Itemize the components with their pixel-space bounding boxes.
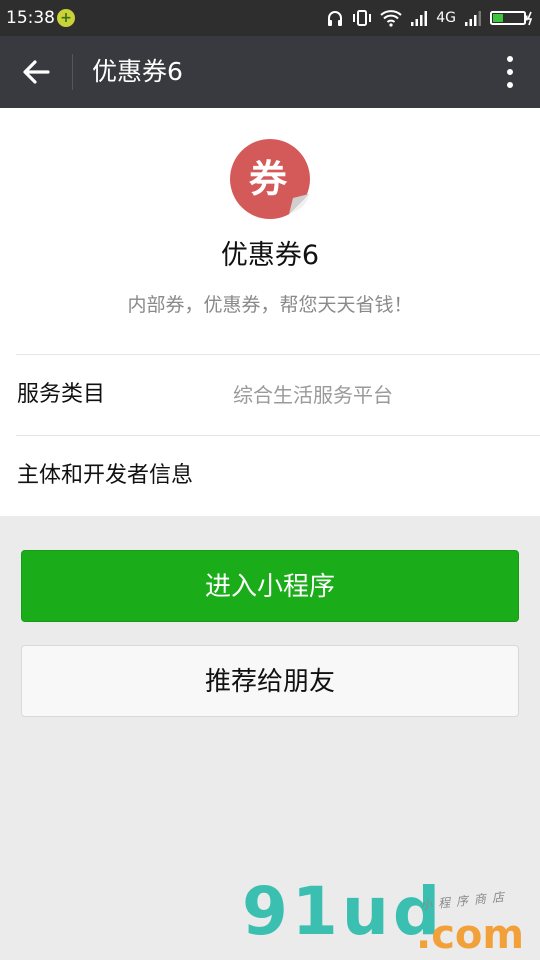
- headphones-icon: [328, 11, 343, 26]
- signal-icon: [411, 11, 428, 26]
- signal-2-icon: [465, 11, 481, 26]
- status-icons: 4G: [326, 8, 534, 28]
- developer-info-row[interactable]: 主体和开发者信息: [0, 436, 540, 516]
- more-button[interactable]: [480, 50, 524, 94]
- battery-charging-icon: [490, 11, 533, 26]
- more-vertical-icon: [507, 56, 513, 88]
- logo-char: 券: [249, 157, 288, 201]
- row-value: 综合生活服务平台: [233, 383, 393, 407]
- arrow-left-icon: [23, 60, 50, 84]
- title-divider: [72, 54, 73, 90]
- back-button[interactable]: [14, 50, 58, 94]
- app-info-card: 券 优惠券6 内部券，优惠券，帮您天天省钱！ 服务类目 综合生活服务平台 主体和…: [0, 108, 540, 516]
- notification-app-icon: +: [57, 9, 75, 27]
- status-time: 15:38: [6, 8, 55, 28]
- app-description: 内部券，优惠券，帮您天天省钱！: [127, 294, 413, 316]
- enter-mini-program-button[interactable]: 进入小程序: [21, 550, 519, 622]
- wifi-icon: [380, 10, 402, 27]
- watermark-domain: .com: [416, 912, 525, 958]
- row-label: 主体和开发者信息: [17, 463, 194, 488]
- coupon-logo-icon: 券: [230, 139, 310, 219]
- service-category-row: 服务类目 综合生活服务平台: [0, 355, 540, 435]
- title-bar: 优惠券6: [0, 36, 540, 108]
- network-type: 4G: [436, 10, 456, 26]
- watermark-main: 91ud: [242, 873, 445, 950]
- recommend-to-friend-button[interactable]: 推荐给朋友: [21, 645, 519, 717]
- watermark-logo: 91ud 小程序商店 .com: [242, 874, 538, 960]
- status-bar: 15:38 + 4G: [0, 0, 540, 36]
- page-title: 优惠券6: [92, 57, 183, 86]
- row-label: 服务类目: [17, 382, 106, 407]
- app-logo: 券: [229, 138, 311, 220]
- app-name: 优惠券6: [220, 240, 320, 271]
- vibrate-icon: [353, 10, 372, 26]
